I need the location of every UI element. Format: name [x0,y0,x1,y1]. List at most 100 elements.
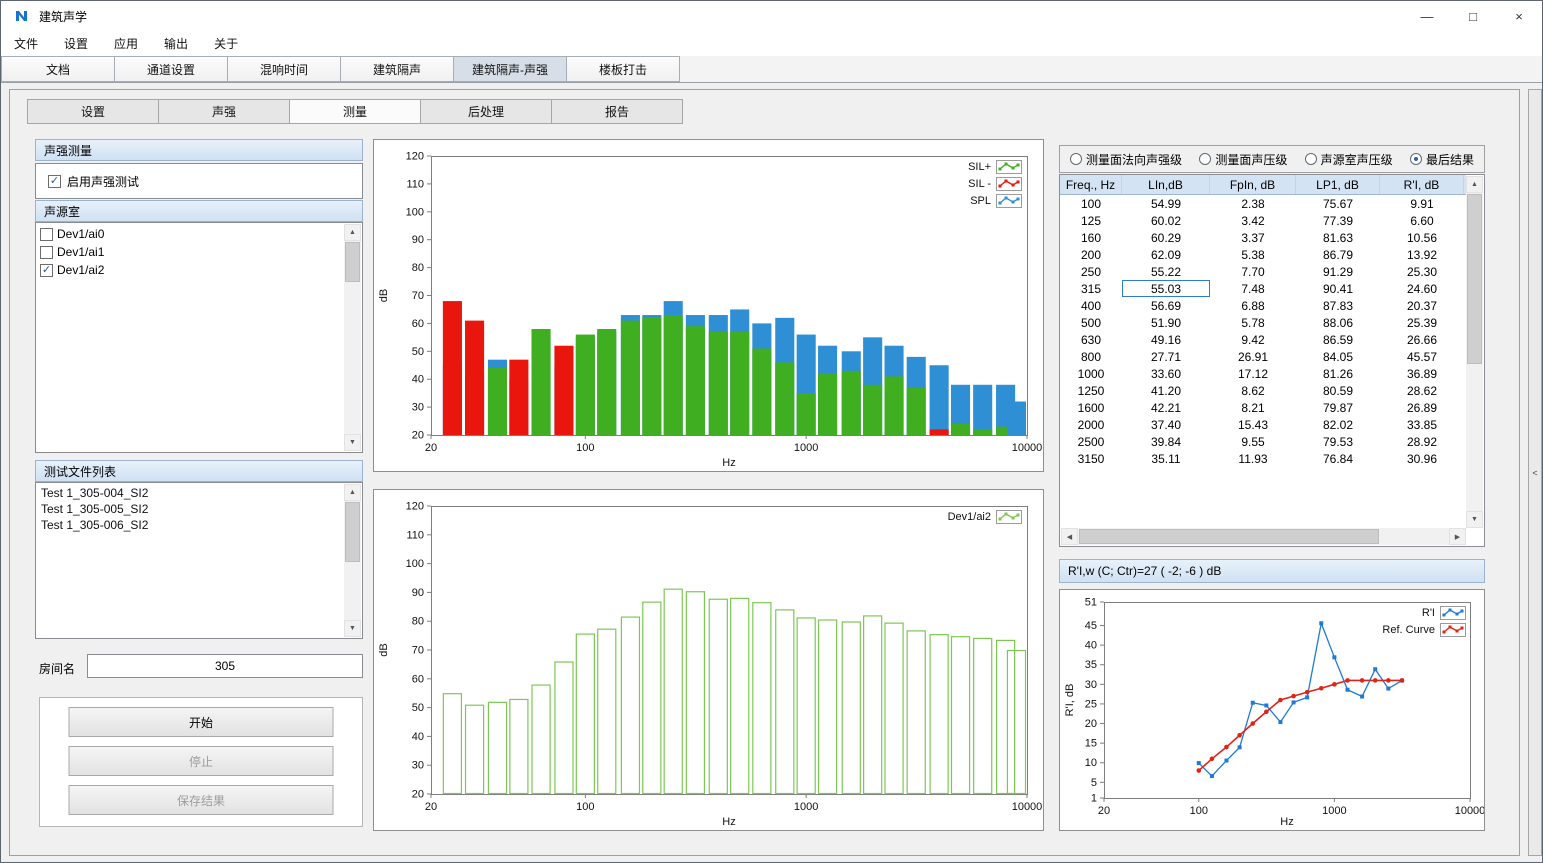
minimize-button[interactable]: — [1404,1,1450,31]
spl-chart-svg[interactable]: 203040506070809010011012020100100010000H… [374,490,1043,830]
table-cell[interactable]: 17.12 [1210,365,1296,382]
sub-tab-1[interactable]: 声强 [158,99,290,124]
radio-button[interactable] [1199,153,1211,165]
column-header[interactable]: LP1, dB [1296,175,1380,194]
table-cell[interactable]: 62.09 [1122,246,1210,263]
table-cell[interactable]: 1000 [1060,365,1122,382]
table-cell[interactable]: 26.66 [1380,331,1464,348]
table-cell[interactable]: 87.83 [1296,297,1380,314]
table-cell[interactable]: 100 [1060,195,1122,212]
sub-tab-0[interactable]: 设置 [27,99,159,124]
table-cell[interactable]: 3.42 [1210,212,1296,229]
file-list-item[interactable]: Test 1_305-005_SI2 [37,501,343,517]
table-row[interactable]: 10054.992.3875.679.91 [1060,195,1466,212]
table-cell[interactable]: 200 [1060,246,1122,263]
panel-collapse-handle[interactable]: < [1528,89,1542,856]
close-button[interactable]: × [1496,1,1542,31]
table-cell[interactable]: 160 [1060,229,1122,246]
table-cell[interactable]: 91.29 [1296,263,1380,280]
table-cell[interactable]: 5.38 [1210,246,1296,263]
table-cell[interactable]: 55.03 [1122,280,1210,297]
ri-chart-svg[interactable]: 5145403530252015105120100100010000HzR'I,… [1060,590,1484,830]
menu-item-1[interactable]: 设置 [51,31,101,56]
table-cell[interactable]: 33.85 [1380,416,1464,433]
table-cell[interactable]: 9.91 [1380,195,1464,212]
table-cell[interactable]: 35.11 [1122,450,1210,467]
table-cell[interactable]: 55.22 [1122,263,1210,280]
main-tab-3[interactable]: 建筑隔声 [340,56,454,82]
column-header[interactable]: FpIn, dB [1210,175,1296,194]
table-cell[interactable]: 24.60 [1380,280,1464,297]
table-cell[interactable]: 81.63 [1296,229,1380,246]
table-cell[interactable]: 7.70 [1210,263,1296,280]
table-cell[interactable]: 79.53 [1296,433,1380,450]
channel-item[interactable]: Dev1/ai0 [37,225,343,243]
table-row[interactable]: 125041.208.6280.5928.62 [1060,382,1466,399]
table-cell[interactable]: 800 [1060,348,1122,365]
menu-item-4[interactable]: 关于 [201,31,251,56]
scrollbar-thumb[interactable] [345,242,360,282]
scroll-down-icon[interactable]: ▼ [1466,511,1483,528]
table-cell[interactable]: 1250 [1060,382,1122,399]
table-cell[interactable]: 79.87 [1296,399,1380,416]
scroll-up-icon[interactable]: ▲ [1466,176,1483,193]
table-cell[interactable]: 88.06 [1296,314,1380,331]
channel-checkbox[interactable] [40,246,53,259]
file-list-item[interactable]: Test 1_305-004_SI2 [37,485,343,501]
table-row[interactable]: 63049.169.4286.5926.66 [1060,331,1466,348]
sub-tab-2[interactable]: 测量 [289,99,421,124]
table-cell[interactable]: 42.21 [1122,399,1210,416]
table-cell[interactable]: 81.26 [1296,365,1380,382]
table-cell[interactable]: 76.84 [1296,450,1380,467]
table-cell[interactable]: 8.21 [1210,399,1296,416]
channel-checkbox[interactable]: ✓ [40,264,53,277]
scrollbar-thumb[interactable] [1467,194,1482,364]
table-cell[interactable]: 84.05 [1296,348,1380,365]
table-row[interactable]: 25055.227.7091.2925.30 [1060,263,1466,280]
table-row[interactable]: 80027.7126.9184.0545.57 [1060,348,1466,365]
table-cell[interactable]: 315 [1060,280,1122,297]
table-cell[interactable]: 11.93 [1210,450,1296,467]
table-cell[interactable]: 37.40 [1122,416,1210,433]
table-cell[interactable]: 13.92 [1380,246,1464,263]
file-list-scrollbar[interactable]: ▲ ▼ [344,484,361,637]
table-cell[interactable]: 39.84 [1122,433,1210,450]
table-cell[interactable]: 250 [1060,263,1122,280]
table-row[interactable]: 50051.905.7888.0625.39 [1060,314,1466,331]
table-row[interactable]: 250039.849.5579.5328.92 [1060,433,1466,450]
table-row[interactable]: 12560.023.4277.396.60 [1060,212,1466,229]
scrollbar-thumb[interactable] [345,502,360,562]
scroll-up-icon[interactable]: ▲ [344,484,361,501]
table-cell[interactable]: 500 [1060,314,1122,331]
table-cell[interactable]: 125 [1060,212,1122,229]
table-cell[interactable]: 56.69 [1122,297,1210,314]
radio-option-2[interactable]: 声源室声压级 [1305,151,1393,168]
table-cell[interactable]: 3.37 [1210,229,1296,246]
sub-tab-4[interactable]: 报告 [551,99,683,124]
table-cell[interactable]: 3150 [1060,450,1122,467]
table-cell[interactable]: 36.89 [1380,365,1464,382]
table-cell[interactable]: 8.62 [1210,382,1296,399]
main-tab-5[interactable]: 楼板打击 [566,56,680,82]
radio-option-3[interactable]: 最后结果 [1410,151,1474,168]
main-tab-2[interactable]: 混响时间 [227,56,341,82]
table-cell[interactable]: 26.89 [1380,399,1464,416]
scroll-up-icon[interactable]: ▲ [344,224,361,241]
radio-button[interactable] [1410,153,1422,165]
channel-checkbox[interactable] [40,228,53,241]
radio-button[interactable] [1305,153,1317,165]
table-cell[interactable]: 630 [1060,331,1122,348]
table-cell[interactable]: 26.91 [1210,348,1296,365]
radio-button[interactable] [1070,153,1082,165]
scroll-right-icon[interactable]: ▶ [1449,528,1466,545]
table-cell[interactable]: 20.37 [1380,297,1464,314]
table-cell[interactable]: 9.55 [1210,433,1296,450]
column-header[interactable]: Freq., Hz [1060,175,1122,194]
file-list-item[interactable]: Test 1_305-006_SI2 [37,517,343,533]
main-tab-0[interactable]: 文档 [1,56,115,82]
table-row[interactable]: 315035.1111.9376.8430.96 [1060,450,1466,467]
column-header[interactable]: R'I, dB [1380,175,1464,194]
table-cell[interactable]: 2000 [1060,416,1122,433]
table-cell[interactable]: 60.02 [1122,212,1210,229]
main-tab-1[interactable]: 通道设置 [114,56,228,82]
